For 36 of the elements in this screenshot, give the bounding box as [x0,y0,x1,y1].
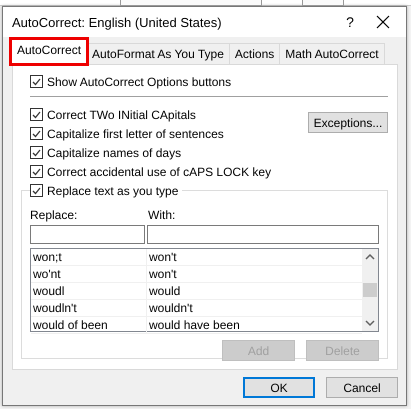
scroll-thumb[interactable] [363,283,377,297]
table-cell: would of been [31,317,147,333]
table-cell: wo'nt [31,266,147,282]
checkbox-label: Correct accidental use of cAPS LOCK key [47,164,272,178]
tab[interactable]: Math AutoCorrect [279,43,385,64]
help-button[interactable]: ? [334,14,366,30]
checkbox[interactable] [30,165,43,178]
table-cell: woudl [31,283,147,299]
checkbox-label: Capitalize first letter of sentences [47,126,224,140]
table-cell-text: would have been [148,317,240,333]
replace-label: Replace: [30,208,78,222]
table-cell-text: won't [148,249,177,265]
checkbox[interactable] [30,146,43,159]
checkbox-label: Replace text as you type [47,184,178,198]
dialog-button[interactable]: Cancel [326,377,398,398]
dialog-button[interactable]: OK [243,377,315,398]
checkbox[interactable] [30,108,43,121]
checkbox[interactable] [30,184,43,197]
checkbox-label: Correct TWo INitial CApitals [47,108,196,122]
tab[interactable]: AutoCorrect [11,39,88,64]
replace-field[interactable] [30,225,145,244]
window-title: AutoCorrect: English (United States) [12,14,223,30]
table-cell-text: won't [148,266,177,282]
with-field[interactable] [147,225,379,244]
checkbox[interactable] [30,75,43,88]
table-cell: won;t [31,249,147,265]
close-icon[interactable] [376,15,390,29]
checkbox-label: Capitalize names of days [47,146,182,160]
table-cell-text: would [148,283,180,299]
checkbox[interactable] [30,127,43,140]
checkbox-label: Show AutoCorrect Options buttons [47,74,232,88]
with-label: With: [148,208,176,222]
scrollbar[interactable] [362,249,378,331]
exceptions-button[interactable]: Exceptions... [308,112,388,133]
table-cell: woudln't [31,300,147,316]
table-cell-text: wouldn't [148,300,193,316]
